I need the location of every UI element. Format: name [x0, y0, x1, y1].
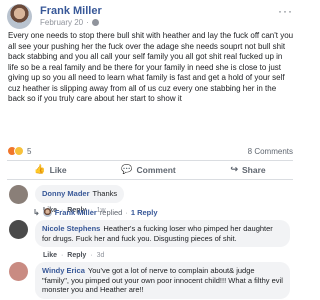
commenter-avatar[interactable] [9, 185, 28, 204]
comment-time[interactable]: 3d [97, 252, 105, 259]
comments-count[interactable]: 8 Comments [248, 147, 293, 156]
post-author-name[interactable]: Frank Miller [40, 5, 102, 17]
share-label: Share [242, 164, 266, 175]
like-label: Like [49, 164, 67, 175]
commenter-name[interactable]: Nicole Stephens [42, 224, 100, 233]
post-text: Every one needs to stop there bull shit … [8, 31, 294, 103]
reply-count: 1 Reply [130, 208, 158, 217]
share-icon: ↪ [230, 164, 238, 174]
globe-icon [91, 19, 99, 26]
comment-bubble: Windy Erica You've got a lot of nerve to … [35, 262, 290, 299]
commenter-name[interactable]: Donny Mader [42, 189, 90, 198]
meta-separator: · [60, 252, 64, 259]
meta-separator: · [90, 252, 93, 259]
reply-author-name: Frank Miller [54, 208, 97, 217]
reply-arrow-icon: ↳ [33, 208, 40, 217]
post-header: Frank Miller February 20 · ··· [7, 4, 293, 30]
reactions-bar: 5 8 Comments [7, 145, 293, 157]
post-meta: February 20 · [40, 18, 99, 27]
comment-like-link[interactable]: Like [43, 252, 57, 259]
like-button[interactable]: 👍 Like [34, 164, 66, 175]
comment-reply-link[interactable]: Reply [67, 252, 86, 259]
reply-author-avatar [42, 208, 52, 217]
comment-bubble: Donny Mader Thanks [35, 185, 125, 203]
divider [7, 160, 293, 161]
comment-bubble: Nicole Stephens Heather's a fucking loser… [35, 220, 290, 247]
divider [7, 179, 293, 180]
commenter-name[interactable]: Windy Erica [42, 266, 85, 275]
view-replies-link[interactable]: ↳ Frank Miller replied · 1 Reply [33, 208, 158, 217]
commenter-avatar[interactable] [9, 220, 28, 239]
replied-text: replied [99, 208, 123, 217]
haha-reaction-icon[interactable] [14, 146, 24, 156]
meta-separator: · [86, 18, 89, 27]
reaction-count[interactable]: 5 [27, 147, 31, 156]
comment-button[interactable]: 💬 Comment [121, 164, 175, 175]
comment-text: Thanks [92, 189, 118, 198]
post-actions: 👍 Like 💬 Comment ↪ Share [7, 163, 293, 176]
meta-separator: · [125, 208, 128, 217]
more-options-icon[interactable]: ··· [278, 4, 293, 18]
share-button[interactable]: ↪ Share [230, 164, 265, 175]
post-date[interactable]: February 20 [40, 18, 83, 27]
comment-meta: Like · Reply · 3d [43, 252, 106, 259]
comment-label: Comment [136, 164, 176, 175]
thumbs-up-icon: 👍 [34, 164, 46, 174]
commenter-avatar[interactable] [9, 262, 28, 281]
author-avatar[interactable] [7, 4, 32, 29]
comment-icon: 💬 [121, 164, 133, 174]
